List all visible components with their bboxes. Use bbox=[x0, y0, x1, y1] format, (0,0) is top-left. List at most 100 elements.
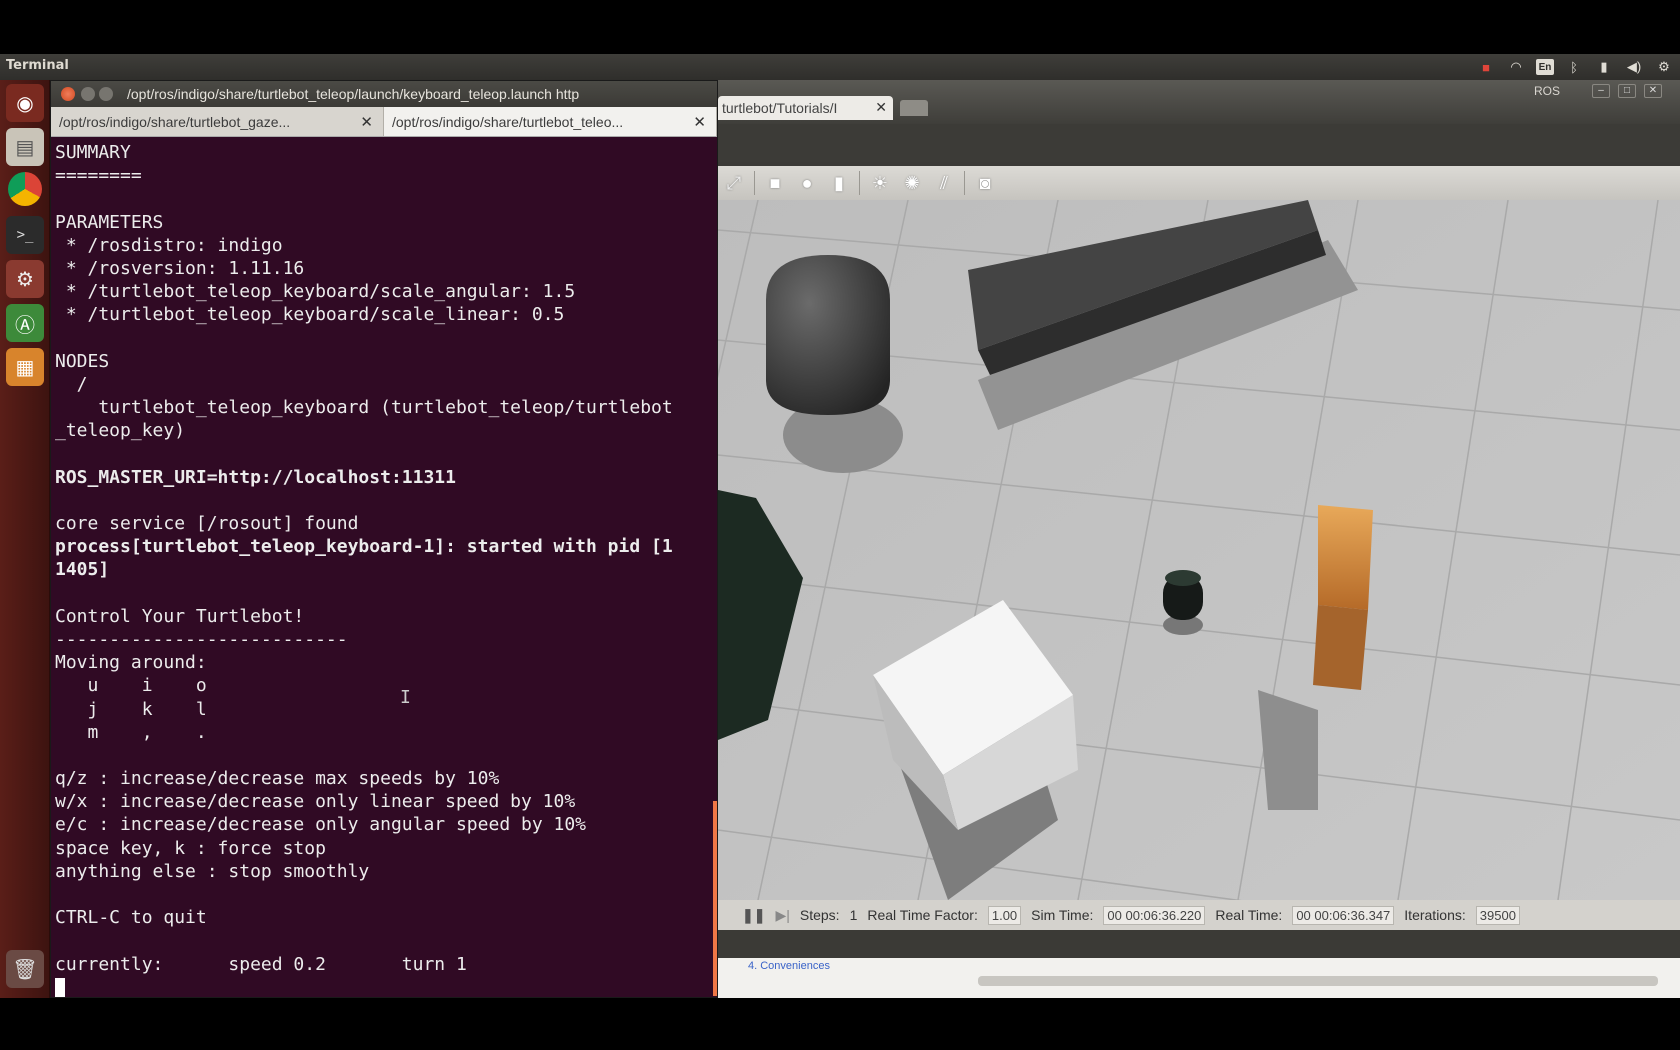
new-tab-button[interactable] bbox=[900, 100, 928, 116]
terminal-line: turtlebot_teleop_keyboard (turtlebot_tel… bbox=[55, 397, 673, 419]
terminal-line: * /turtlebot_teleop_keyboard/scale_linea… bbox=[55, 304, 565, 326]
terminal-line: currently: speed 0.2 turn 1 bbox=[55, 953, 467, 975]
terminal-line: * /rosdistro: indigo bbox=[55, 234, 283, 256]
terminal-tab-teleop[interactable]: /opt/ros/indigo/share/turtlebot_teleo...… bbox=[384, 107, 717, 136]
tab-label: /opt/ros/indigo/share/turtlebot_teleo... bbox=[392, 114, 624, 130]
wooden-post-upper bbox=[1318, 505, 1373, 610]
maximize-window-button[interactable] bbox=[99, 87, 113, 101]
toolbar-separator bbox=[964, 171, 965, 195]
simulation-status-bar: ❚❚ ▶| Steps: 1 Real Time Factor: 1.00 Si… bbox=[718, 900, 1680, 930]
browser-tab-label: turtlebot/Tutorials/I bbox=[722, 100, 838, 116]
wooden-post-lower bbox=[1313, 605, 1368, 690]
sphere-shape-icon[interactable]: ● bbox=[795, 171, 819, 195]
terminal-window: /opt/ros/indigo/share/turtlebot_teleop/l… bbox=[50, 80, 718, 998]
gazebo-menubar bbox=[718, 124, 1680, 162]
steps-label: Steps: bbox=[799, 907, 840, 923]
terminal-scrollbar[interactable] bbox=[713, 801, 717, 996]
system-tray: ■ ◠ En ᛒ ▮ ◀) ⚙ bbox=[1476, 57, 1674, 77]
simulation-3d-viewport[interactable] bbox=[718, 200, 1680, 900]
terminal-line: * /rosversion: 1.11.16 bbox=[55, 257, 305, 279]
toolbar-separator bbox=[754, 171, 755, 195]
terminal-line: NODES bbox=[55, 350, 110, 372]
minimize-window-button[interactable] bbox=[81, 87, 95, 101]
pause-button[interactable]: ❚❚ bbox=[742, 907, 765, 924]
scale-tool-icon[interactable]: ⤢ bbox=[722, 171, 746, 195]
terminal-line: process[turtlebot_teleop_keyboard-1]: st… bbox=[55, 536, 673, 558]
terminal-line: core service [/rosout] found bbox=[55, 513, 359, 534]
terminal-titlebar: /opt/ros/indigo/share/turtlebot_teleop/l… bbox=[51, 81, 717, 107]
screenshot-camera-icon[interactable]: ◙ bbox=[973, 171, 997, 195]
software-updater-icon[interactable]: Ⓐ bbox=[6, 304, 44, 342]
steps-spinbox[interactable]: 1 bbox=[850, 907, 858, 923]
active-app-title: Terminal bbox=[6, 58, 69, 73]
wifi-icon[interactable]: ◠ bbox=[1506, 58, 1526, 76]
settings-gear-icon[interactable]: ⚙ bbox=[1654, 58, 1674, 76]
terminal-line: w/x : increase/decrease only linear spee… bbox=[55, 791, 576, 813]
maximize-window-button[interactable]: □ bbox=[1618, 84, 1636, 98]
terminal-line: q/z : increase/decrease max speeds by 10… bbox=[55, 768, 500, 790]
package-icon[interactable]: ▦ bbox=[6, 348, 44, 386]
terminal-output[interactable]: SUMMARY ======== PARAMETERS * /rosdistro… bbox=[51, 138, 717, 997]
directional-light-icon[interactable]: ⫽ bbox=[932, 171, 956, 195]
bluetooth-icon[interactable]: ᛒ bbox=[1564, 58, 1584, 76]
terminal-line: CTRL-C to quit bbox=[55, 907, 207, 929]
terminal-line: SUMMARY bbox=[55, 142, 131, 163]
files-icon[interactable]: ▤ bbox=[6, 128, 44, 166]
spot-light-icon[interactable]: ✺ bbox=[900, 171, 924, 195]
ibeam-cursor-icon: I bbox=[400, 687, 411, 708]
terminal-line: / bbox=[55, 373, 88, 395]
step-button[interactable]: ▶| bbox=[775, 907, 789, 924]
box-shape-icon[interactable]: ■ bbox=[763, 171, 787, 195]
scene-render bbox=[718, 200, 1680, 900]
browser-tab[interactable]: turtlebot/Tutorials/I ✕ bbox=[718, 96, 893, 120]
minimize-window-button[interactable]: – bbox=[1592, 84, 1610, 98]
terminal-line: 1405] bbox=[55, 559, 110, 581]
conveniences-link[interactable]: 4. Conveniences bbox=[748, 960, 830, 972]
top-menu-bar: Terminal ■ ◠ En ᛒ ▮ ◀) ⚙ bbox=[0, 54, 1680, 80]
keyboard-layout-indicator[interactable]: En bbox=[1536, 59, 1554, 75]
dash-home-icon[interactable]: ◉ bbox=[6, 84, 44, 122]
cylinder-shape-icon[interactable]: ▮ bbox=[827, 171, 851, 195]
terminal-tab-gazebo[interactable]: /opt/ros/indigo/share/turtlebot_gaze... … bbox=[51, 107, 384, 136]
real-time-label: Real Time: bbox=[1215, 907, 1283, 923]
terminal-line: e/c : increase/decrease only angular spe… bbox=[55, 814, 587, 836]
toolbar-separator bbox=[859, 171, 860, 195]
text-cursor bbox=[55, 977, 65, 997]
close-tab-icon[interactable]: ✕ bbox=[360, 113, 373, 131]
terminal-prompt-line bbox=[55, 976, 713, 997]
terminal-line: space key, k : force stop bbox=[55, 837, 326, 859]
volume-icon[interactable]: ◀) bbox=[1624, 58, 1644, 76]
terminal-icon[interactable]: >_ bbox=[6, 216, 44, 254]
rtf-value: 1.00 bbox=[987, 905, 1022, 925]
terminal-line: Moving around: bbox=[55, 652, 207, 674]
system-settings-icon[interactable]: ⚙ bbox=[6, 260, 44, 298]
horizontal-scrollbar[interactable] bbox=[978, 976, 1658, 986]
gazebo-toolbar: ⤢ ■ ● ▮ ☀ ✺ ⫽ ◙ bbox=[718, 166, 1680, 200]
terminal-window-title: /opt/ros/indigo/share/turtlebot_teleop/l… bbox=[127, 86, 580, 102]
terminal-line: _teleop_key) bbox=[55, 420, 186, 442]
close-tab-icon[interactable]: ✕ bbox=[875, 99, 887, 116]
gazebo-window: turtlebot/Tutorials/I ✕ ROS – □ ✕ ⤢ ■ ● … bbox=[718, 80, 1680, 998]
camera-icon[interactable]: ■ bbox=[1476, 58, 1496, 76]
trash-icon[interactable]: 🗑 bbox=[6, 950, 44, 988]
chrome-icon[interactable] bbox=[8, 172, 42, 206]
close-tab-icon[interactable]: ✕ bbox=[693, 113, 706, 131]
close-window-button[interactable] bbox=[61, 87, 75, 101]
battery-icon[interactable]: ▮ bbox=[1594, 58, 1614, 76]
close-window-button[interactable]: ✕ bbox=[1644, 84, 1662, 98]
turtlebot-top bbox=[1165, 570, 1201, 586]
iterations-value: 39500 bbox=[1475, 905, 1520, 925]
point-light-icon[interactable]: ☀ bbox=[868, 171, 892, 195]
sim-time-value: 00 00:06:36.220 bbox=[1103, 905, 1206, 925]
real-time-value: 00 00:06:36.347 bbox=[1292, 905, 1395, 925]
terminal-line: ======== bbox=[55, 165, 142, 187]
terminal-line: anything else : stop smoothly bbox=[55, 860, 370, 882]
terminal-line: ROS_MASTER_URI=http://localhost:11311 bbox=[55, 466, 456, 488]
